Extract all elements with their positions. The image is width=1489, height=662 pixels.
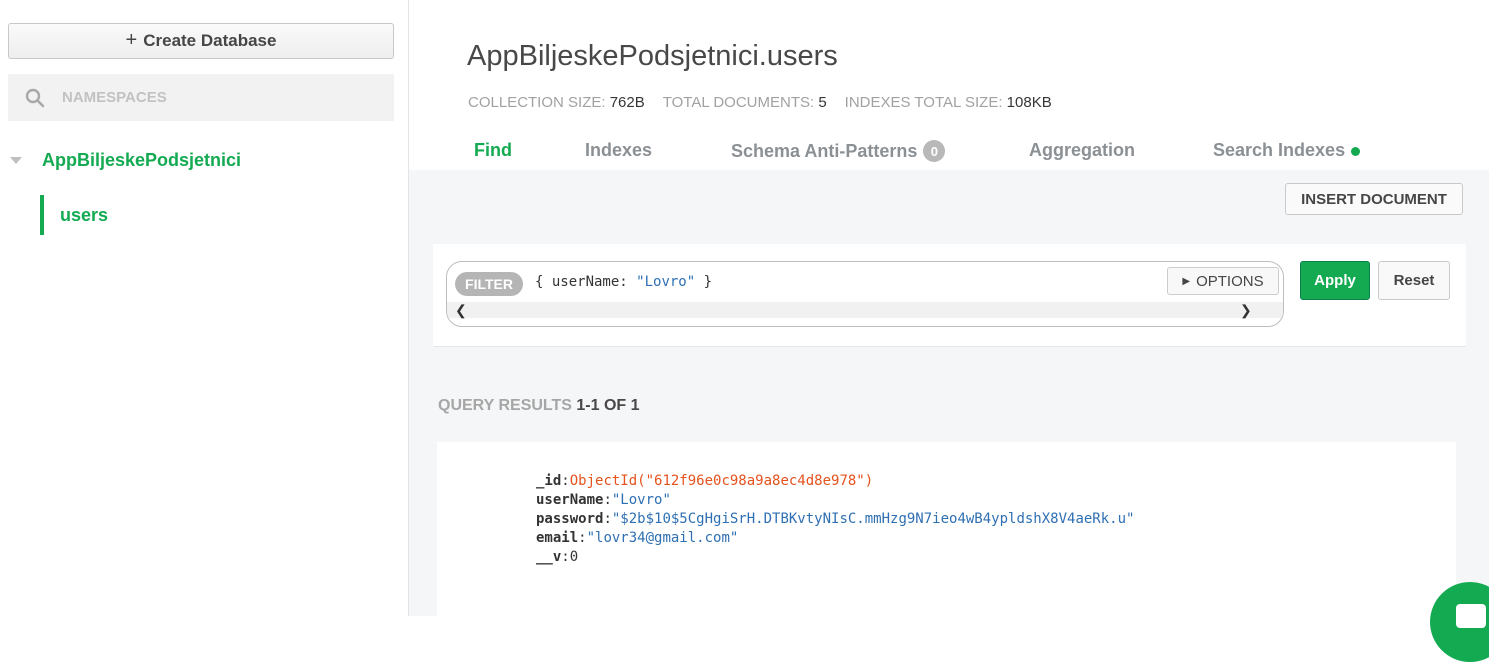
apply-button[interactable]: Apply [1300,261,1370,300]
tab-aggregation[interactable]: Aggregation [1029,140,1135,161]
document-card[interactable]: _id:ObjectId("612f96e0c98a9a8ec4d8e978")… [437,442,1456,616]
count-badge: 0 [923,140,946,162]
sidebar-item-database[interactable]: AppBiljeskePodsjetnici [10,150,241,171]
field-password: password:"$2b$10$5CgHgiSrH.DTBKvtyNIsC.m… [536,511,1135,527]
scroll-right-icon[interactable]: ❯ [1240,302,1252,319]
tab-search-indexes[interactable]: Search Indexes [1213,140,1361,161]
main-panel: AppBiljeskePodsjetnici.users COLLECTION … [409,0,1489,616]
page-title: AppBiljeskePodsjetnici.users [467,40,838,72]
options-button[interactable]: ▶ OPTIONS [1167,267,1279,295]
stat-collection-size: COLLECTION SIZE: 762B [468,94,645,111]
find-content: INSERT DOCUMENT FILTER { userName: "Lovr… [409,170,1489,616]
caret-down-icon[interactable] [10,157,22,164]
namespaces-input[interactable] [60,88,364,107]
create-database-label: Create Database [143,31,277,50]
sidebar-item-collection[interactable]: users [40,195,108,235]
scroll-left-icon[interactable]: ❮ [455,302,467,319]
chat-icon [1456,604,1486,628]
status-dot-icon [1351,147,1361,156]
search-icon [25,88,45,107]
database-name: AppBiljeskePodsjetnici [42,150,242,170]
plus-icon: + [125,28,138,51]
tab-bar: Find Indexes Schema Anti-Patterns 0 Aggr… [409,130,1489,170]
stat-indexes-size: INDEXES TOTAL SIZE: 108KB [844,94,1052,111]
field-version: __v:0 [536,549,579,565]
horizontal-scrollbar[interactable] [447,302,1283,318]
collection-name: users [60,204,109,225]
reset-button[interactable]: Reset [1378,261,1450,300]
field-email: email:"lovr34@gmail.com" [536,530,739,546]
create-database-button[interactable]: + Create Database [8,23,394,59]
stat-total-documents: TOTAL DOCUMENTS: 5 [662,94,827,111]
query-results-label: QUERY RESULTS 1-1 OF 1 [438,397,640,414]
document-fields: _id:ObjectId("612f96e0c98a9a8ec4d8e978")… [536,472,1134,567]
field-username: userName:"Lovro" [536,492,671,508]
tab-schema-anti-patterns[interactable]: Schema Anti-Patterns 0 [731,140,946,162]
filter-editor[interactable]: FILTER { userName: "Lovro" } ▶ OPTIONS ❮… [446,261,1284,327]
namespaces-search [8,74,394,121]
tab-indexes[interactable]: Indexes [585,140,652,161]
filter-input[interactable]: { userName: "Lovro" } [535,274,712,290]
field-id: _id:ObjectId("612f96e0c98a9a8ec4d8e978") [536,473,874,489]
query-bar: FILTER { userName: "Lovro" } ▶ OPTIONS ❮… [433,244,1466,347]
sidebar: + Create Database AppBiljeskePodsjetnici… [0,0,409,616]
filter-label: FILTER [455,272,523,296]
caret-right-icon: ▶ [1182,275,1191,287]
tab-find[interactable]: Find [474,140,512,161]
insert-document-button[interactable]: INSERT DOCUMENT [1285,183,1463,215]
collection-stats: COLLECTION SIZE: 762B TOTAL DOCUMENTS: 5… [468,94,1052,111]
